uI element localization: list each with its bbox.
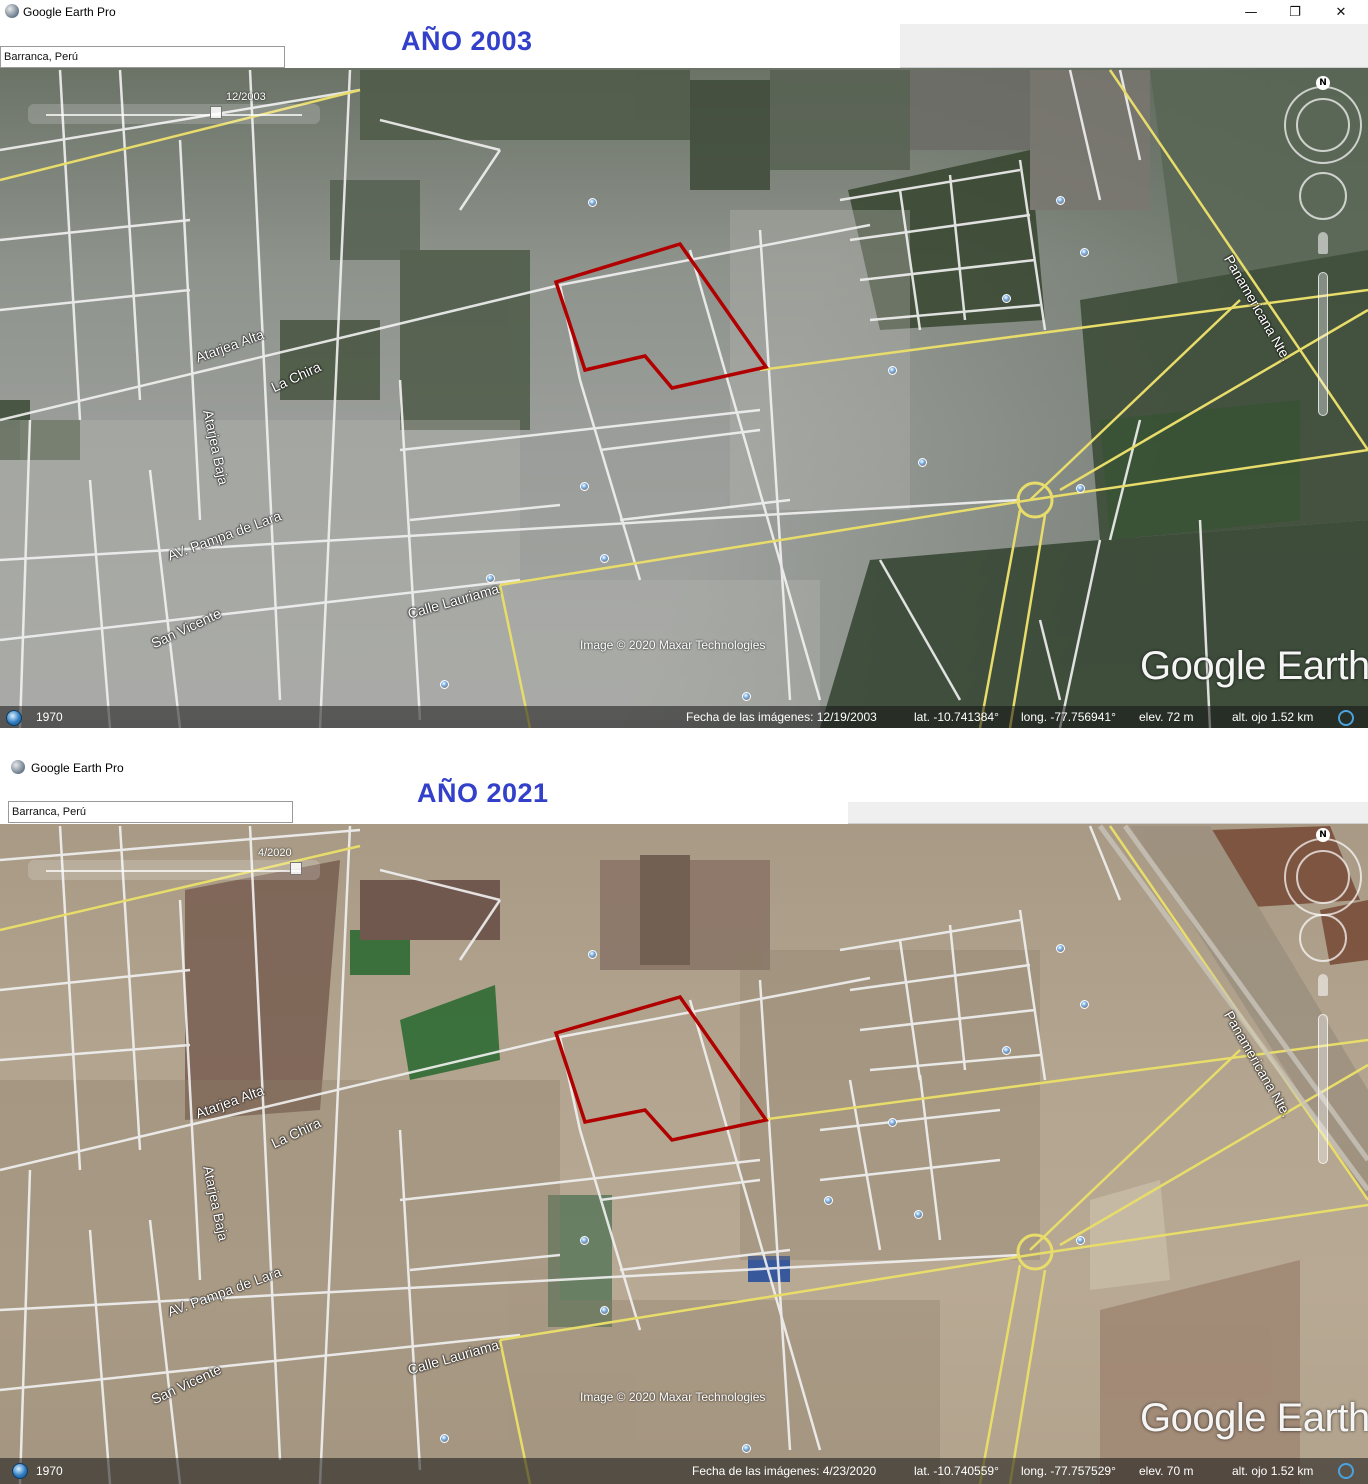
historical-imagery-icon[interactable] (12, 1463, 28, 1479)
zoom-slider[interactable] (1318, 272, 1328, 416)
place-marker[interactable] (1056, 944, 1065, 953)
time-slider-track (46, 114, 302, 116)
imagery-date: Fecha de las imágenes: 4/23/2020 (692, 1464, 877, 1478)
historical-imagery-icon[interactable] (6, 710, 22, 726)
year-heading-box (325, 788, 848, 824)
longitude-readout: long. -77.756941° (1021, 710, 1116, 724)
place-marker[interactable] (1076, 484, 1085, 493)
place-marker[interactable] (1076, 1236, 1085, 1245)
place-marker[interactable] (588, 950, 597, 959)
place-marker[interactable] (1080, 248, 1089, 257)
place-marker[interactable] (742, 1444, 751, 1453)
toolbar (900, 24, 1368, 68)
navigation-controls: N (1284, 828, 1364, 1168)
close-button[interactable]: ✕ (1318, 0, 1364, 24)
place-marker[interactable] (888, 366, 897, 375)
time-slider-date: 12/2003 (226, 91, 266, 103)
eye-altitude-readout: alt. ojo 1.52 km (1232, 710, 1314, 724)
elevation-readout: elev. 70 m (1139, 1464, 1194, 1478)
elevation-readout: elev. 72 m (1139, 710, 1194, 724)
time-slider-thumb[interactable] (210, 106, 222, 119)
place-marker[interactable] (440, 1434, 449, 1443)
place-marker[interactable] (588, 198, 597, 207)
place-marker[interactable] (1002, 1046, 1011, 1055)
zoom-slider[interactable] (1318, 1014, 1328, 1164)
street-view-pegman-icon[interactable] (1318, 974, 1328, 996)
place-marker[interactable] (580, 482, 589, 491)
place-marker[interactable] (824, 1196, 833, 1205)
look-joystick-inner[interactable] (1296, 98, 1350, 152)
imagery-copyright: Image © 2020 Maxar Technologies (580, 1390, 766, 1404)
map-overlay (0, 824, 1368, 1484)
place-marker[interactable] (742, 692, 751, 701)
place-marker[interactable] (600, 554, 609, 563)
minimize-button[interactable]: — (1228, 0, 1274, 24)
place-marker[interactable] (486, 574, 495, 583)
streaming-status-icon (1338, 710, 1354, 726)
time-slider[interactable]: 4/2020 (28, 847, 320, 880)
place-marker[interactable] (888, 1118, 897, 1127)
status-bar: 1970 Fecha de las imágenes: 4/23/2020 la… (0, 1458, 1368, 1484)
place-marker[interactable] (1002, 294, 1011, 303)
compass-north-icon[interactable]: N (1316, 828, 1330, 842)
time-slider-track (46, 870, 302, 872)
place-marker[interactable] (600, 1306, 609, 1315)
google-earth-app-icon (5, 4, 19, 18)
place-marker[interactable] (1080, 1000, 1089, 1009)
place-marker[interactable] (580, 1236, 589, 1245)
screenshot-2021: Google Earth Pro Barranca, Perú AÑO 2021 (0, 752, 1368, 1484)
time-slider-thumb[interactable] (290, 862, 302, 875)
year-heading: AÑO 2003 (401, 26, 533, 56)
place-marker[interactable] (440, 680, 449, 689)
historical-year: 1970 (36, 710, 63, 724)
app-title: Google Earth Pro (31, 761, 124, 775)
move-joystick[interactable] (1299, 914, 1347, 962)
compass-north-icon[interactable]: N (1316, 76, 1330, 90)
screenshot-2003: Google Earth Pro — ❐ ✕ Barranca, Perú AÑ… (0, 0, 1368, 730)
look-joystick-inner[interactable] (1296, 850, 1350, 904)
latitude-readout: lat. -10.741384° (914, 710, 999, 724)
app-title: Google Earth Pro (23, 5, 116, 19)
latitude-readout: lat. -10.740559° (914, 1464, 999, 1478)
imagery-copyright: Image © 2020 Maxar Technologies (580, 638, 766, 652)
street-view-pegman-icon[interactable] (1318, 232, 1328, 254)
place-marker[interactable] (1056, 196, 1065, 205)
place-marker[interactable] (918, 458, 927, 467)
time-slider-date: 4/2020 (258, 847, 292, 859)
restore-button[interactable]: ❐ (1272, 0, 1318, 24)
satellite-map-view[interactable]: 4/2020 Atarjea Alta La Chira Atarjea Baj… (0, 824, 1368, 1484)
place-marker[interactable] (914, 1210, 923, 1219)
eye-altitude-readout: alt. ojo 1.52 km (1232, 1464, 1314, 1478)
search-input[interactable]: Barranca, Perú (8, 801, 293, 823)
map-overlay (0, 69, 1368, 728)
navigation-controls: N (1284, 76, 1364, 416)
satellite-map-view[interactable]: 12/2003 Atarjea Alta La Chira Atarjea Ba… (0, 68, 1368, 728)
longitude-readout: long. -77.757529° (1021, 1464, 1116, 1478)
toolbar (848, 802, 1368, 824)
google-earth-logo: Google Earth (1140, 1396, 1368, 1440)
time-slider[interactable]: 12/2003 (28, 91, 320, 124)
imagery-date: Fecha de las imágenes: 12/19/2003 (686, 710, 877, 724)
streaming-status-icon (1338, 1463, 1354, 1479)
move-joystick[interactable] (1299, 172, 1347, 220)
title-bar: Google Earth Pro — ❐ ✕ (0, 0, 1368, 24)
google-earth-app-icon (11, 760, 25, 774)
google-earth-logo: Google Earth (1140, 644, 1368, 688)
historical-year: 1970 (36, 1464, 63, 1478)
title-bar: Google Earth Pro (0, 752, 1368, 780)
search-input[interactable]: Barranca, Perú (0, 46, 285, 68)
year-heading: AÑO 2021 (417, 778, 549, 808)
status-bar: 1970 Fecha de las imágenes: 12/19/2003 l… (0, 706, 1368, 728)
